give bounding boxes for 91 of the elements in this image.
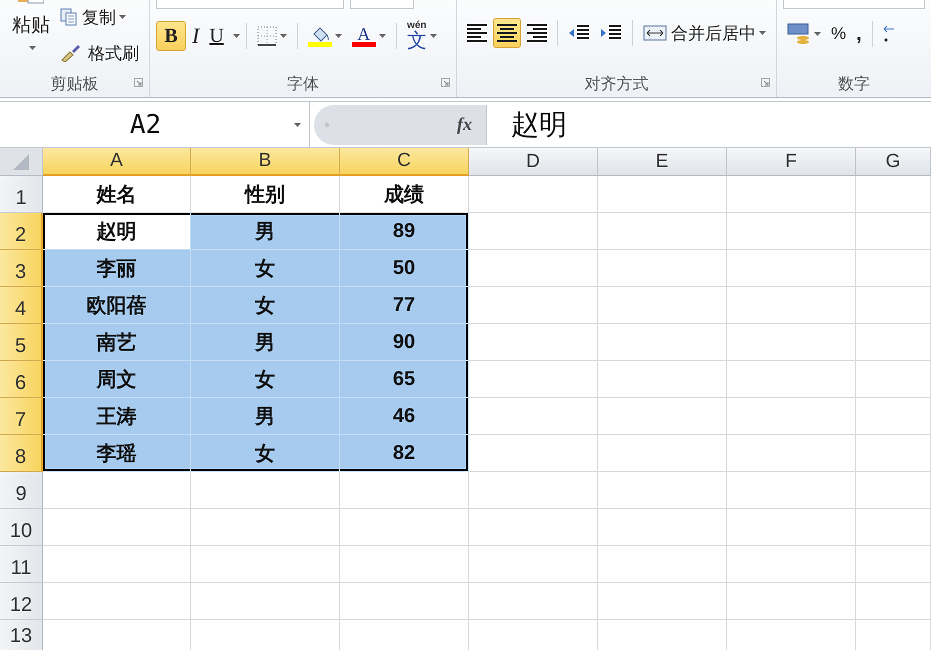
group-label: 数字 bbox=[837, 74, 871, 94]
number-format-field[interactable] bbox=[783, 0, 925, 9]
font-size-field[interactable] bbox=[350, 0, 414, 9]
column-header[interactable]: A bbox=[43, 148, 191, 176]
column-header[interactable]: F bbox=[727, 148, 856, 176]
row-header[interactable]: 6 bbox=[0, 361, 43, 398]
dropdown-caret-icon[interactable] bbox=[334, 34, 342, 38]
table-cell: 46 bbox=[340, 398, 469, 435]
table-cell: 77 bbox=[340, 287, 469, 324]
row-header[interactable]: 11 bbox=[0, 546, 43, 583]
align-left-icon bbox=[467, 24, 487, 42]
percent-button[interactable]: % bbox=[827, 19, 850, 49]
insert-function-button[interactable]: fx bbox=[457, 114, 472, 135]
decimal-arrow-icon[interactable] bbox=[882, 24, 895, 44]
formula-field[interactable]: 赵明 bbox=[487, 106, 567, 144]
table-cell: 89 bbox=[340, 213, 469, 250]
group-label: 对齐方式 bbox=[584, 74, 650, 94]
row-header[interactable]: 3 bbox=[0, 250, 43, 287]
column-header[interactable]: C bbox=[340, 148, 469, 176]
column-header[interactable]: B bbox=[191, 148, 340, 176]
column-header[interactable]: E bbox=[598, 148, 727, 176]
fill-color-swatch bbox=[308, 42, 332, 46]
font-name-field[interactable] bbox=[156, 0, 344, 9]
dialog-launcher-icon[interactable] bbox=[441, 78, 450, 87]
money-icon[interactable] bbox=[787, 22, 811, 46]
table-cell: 65 bbox=[340, 361, 469, 398]
dropdown-caret-icon[interactable] bbox=[232, 34, 240, 38]
merge-cells-icon[interactable] bbox=[643, 25, 667, 41]
triangle-icon bbox=[12, 152, 30, 170]
phonetic-button[interactable]: wén 文 bbox=[402, 21, 441, 51]
dropdown-caret-icon[interactable] bbox=[280, 34, 287, 38]
merge-center-button[interactable]: 合并后居中 bbox=[639, 18, 770, 48]
align-center-icon bbox=[497, 24, 517, 42]
brush-icon[interactable] bbox=[60, 44, 82, 62]
row-header[interactable]: 8 bbox=[0, 435, 43, 472]
row-header[interactable]: 4 bbox=[0, 287, 43, 324]
border-icon[interactable] bbox=[256, 26, 277, 46]
row-header[interactable]: 12 bbox=[0, 583, 43, 620]
dropdown-caret-icon[interactable] bbox=[759, 31, 766, 35]
table-cell: 南艺 bbox=[43, 324, 191, 361]
bold-button[interactable]: B bbox=[156, 21, 186, 51]
dialog-launcher-icon[interactable] bbox=[761, 78, 770, 87]
dialog-launcher-icon[interactable] bbox=[134, 78, 143, 87]
align-right-icon bbox=[527, 24, 547, 42]
table-cell: 男 bbox=[191, 324, 340, 361]
dropdown-caret-icon[interactable] bbox=[119, 15, 126, 19]
row-header[interactable]: 9 bbox=[0, 472, 43, 509]
dropdown-caret-icon[interactable] bbox=[294, 122, 301, 126]
group-label: 剪贴板 bbox=[50, 74, 100, 94]
table-cell: 欧阳蓓 bbox=[43, 287, 191, 324]
dropdown-caret-icon[interactable] bbox=[814, 32, 821, 36]
name-box[interactable]: A2 bbox=[0, 110, 291, 140]
indent-icon[interactable] bbox=[600, 24, 622, 42]
underline-button[interactable]: U bbox=[205, 21, 228, 51]
row-header[interactable]: 1 bbox=[0, 176, 43, 213]
comma-style-button[interactable]: , bbox=[852, 19, 866, 49]
table-cell: 女 bbox=[191, 435, 340, 472]
row-header[interactable]: 10 bbox=[0, 509, 43, 546]
font-color-swatch bbox=[352, 42, 376, 46]
table-cell: 李瑶 bbox=[43, 435, 191, 472]
copy-icon[interactable] bbox=[60, 8, 78, 26]
dropdown-caret-icon[interactable] bbox=[29, 46, 36, 50]
column-header[interactable]: D bbox=[469, 148, 598, 176]
paste-button[interactable]: 粘贴 bbox=[6, 0, 56, 51]
dropdown-caret-icon[interactable] bbox=[430, 34, 437, 38]
copy-button[interactable]: 复制 bbox=[56, 2, 143, 32]
table-cell: 女 bbox=[191, 250, 340, 287]
handle-icon[interactable] bbox=[324, 122, 330, 128]
format-painter-button[interactable]: 格式刷 bbox=[56, 38, 143, 68]
group-label: 字体 bbox=[286, 74, 320, 94]
table-cell: 男 bbox=[191, 213, 340, 250]
align-button[interactable] bbox=[493, 18, 521, 48]
column-header[interactable]: G bbox=[856, 148, 931, 176]
table-cell: 周文 bbox=[43, 361, 191, 398]
outdent-icon[interactable] bbox=[568, 24, 590, 42]
dropdown-caret-icon[interactable] bbox=[378, 34, 386, 38]
row-header[interactable]: 5 bbox=[0, 324, 43, 361]
table-cell: 王涛 bbox=[43, 398, 191, 435]
table-cell: 男 bbox=[191, 398, 340, 435]
row-header[interactable]: 13 bbox=[0, 620, 43, 650]
table-cell: 50 bbox=[340, 250, 469, 287]
table-cell: 90 bbox=[340, 324, 469, 361]
table-cell: 女 bbox=[191, 361, 340, 398]
italic-button[interactable]: I bbox=[188, 21, 204, 51]
row-header[interactable]: 7 bbox=[0, 398, 43, 435]
table-cell: 赵明 bbox=[43, 213, 191, 250]
row-header[interactable]: 2 bbox=[0, 213, 43, 250]
table-cell: 82 bbox=[340, 435, 469, 472]
table-cell: 李丽 bbox=[43, 250, 191, 287]
font-color-button[interactable]: A bbox=[348, 21, 390, 51]
table-cell: 女 bbox=[191, 287, 340, 324]
